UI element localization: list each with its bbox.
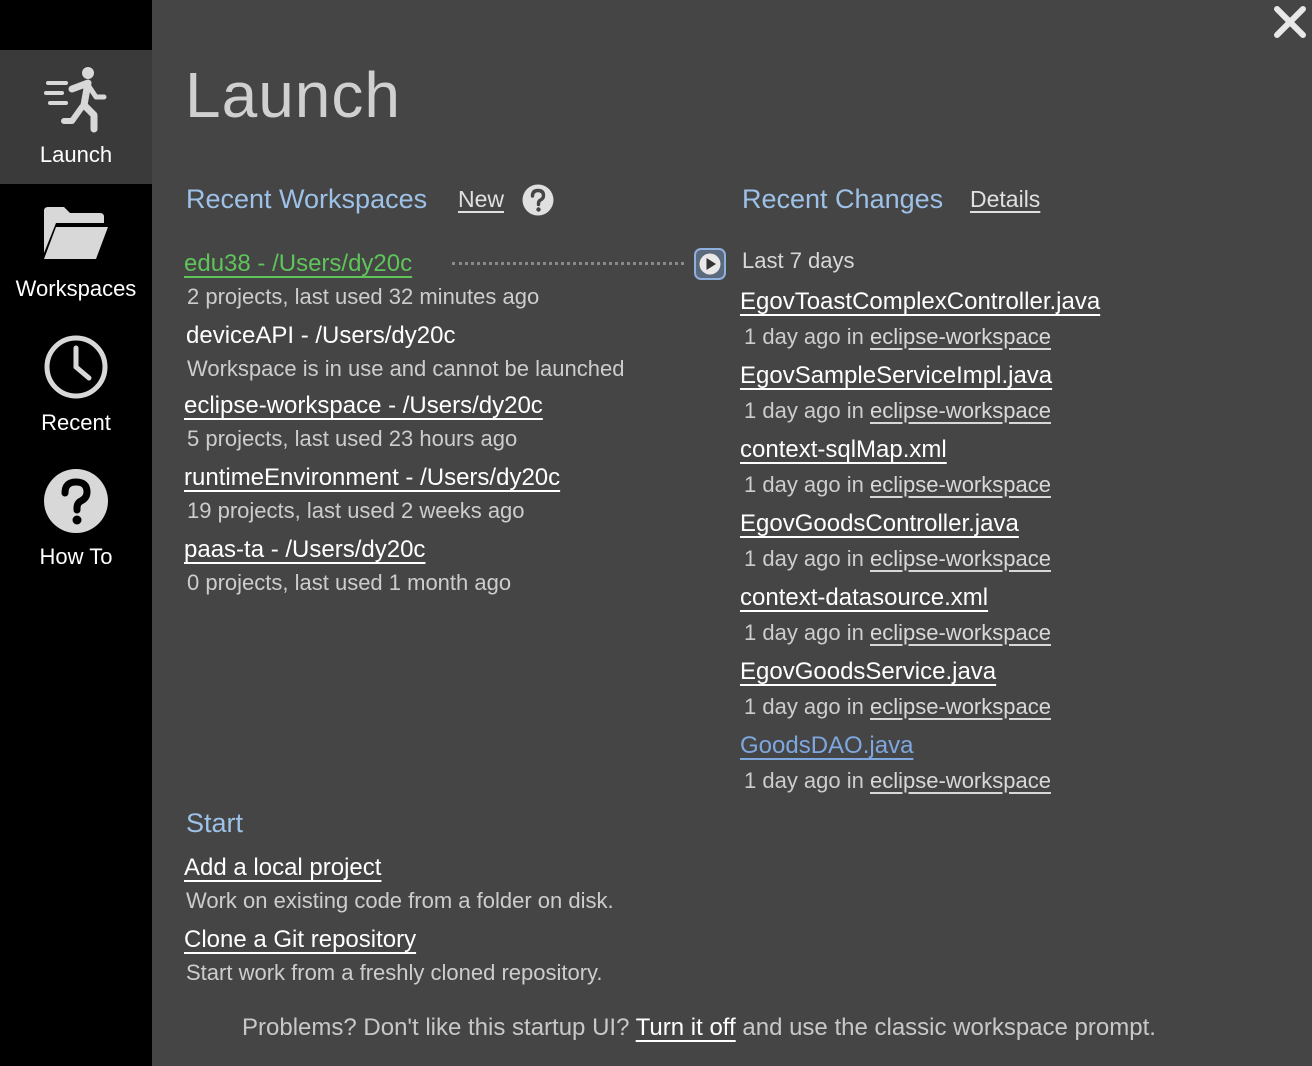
folder-open-icon <box>0 198 152 268</box>
change-meta: 1 day ago in eclipse-workspace <box>744 324 1100 350</box>
change-when: 1 day ago in <box>744 620 864 645</box>
sidebar-item-workspaces[interactable]: Workspaces <box>0 184 152 318</box>
sidebar-item-label: Launch <box>39 142 113 167</box>
change-meta: 1 day ago in eclipse-workspace <box>744 472 1051 498</box>
start-desc: Work on existing code from a folder on d… <box>186 888 614 913</box>
change-item: EgovSampleServiceImpl.java 1 day ago in … <box>740 362 1052 424</box>
change-workspace-link[interactable]: eclipse-workspace <box>870 768 1051 793</box>
change-when: 1 day ago in <box>744 324 864 349</box>
changed-file-link[interactable]: context-sqlMap.xml <box>740 436 1051 464</box>
footer-suffix: and use the classic workspace prompt. <box>742 1014 1156 1041</box>
change-item: context-sqlMap.xml 1 day ago in eclipse-… <box>740 436 1051 498</box>
change-item: EgovGoodsController.java 1 day ago in ec… <box>740 510 1051 572</box>
close-button[interactable] <box>1270 4 1310 44</box>
workspace-link[interactable]: eclipse-workspace - /Users/dy20c <box>184 392 543 420</box>
recent-changes-title: Recent Changes <box>742 184 944 214</box>
start-desc: Start work from a freshly cloned reposit… <box>186 960 603 985</box>
period-label: Last 7 days <box>742 248 855 273</box>
change-workspace-link[interactable]: eclipse-workspace <box>870 620 1051 645</box>
workspace-name: deviceAPI - /Users/dy20c <box>186 322 456 349</box>
change-workspace-link[interactable]: eclipse-workspace <box>870 472 1051 497</box>
running-person-icon <box>0 64 152 134</box>
new-workspace-link[interactable]: New <box>458 186 504 213</box>
change-workspace-link[interactable]: eclipse-workspace <box>870 398 1051 423</box>
close-icon <box>1273 5 1307 44</box>
sidebar: Launch Workspaces Recent How To <box>0 0 152 1066</box>
change-when: 1 day ago in <box>744 472 864 497</box>
changed-file-link[interactable]: EgovGoodsController.java <box>740 510 1051 538</box>
change-workspace-link[interactable]: eclipse-workspace <box>870 546 1051 571</box>
start-title: Start <box>186 808 244 838</box>
change-meta: 1 day ago in eclipse-workspace <box>744 768 1051 794</box>
page-title: Launch <box>185 59 401 131</box>
workspace-desc: Workspace is in use and cannot be launch… <box>187 356 625 381</box>
change-when: 1 day ago in <box>744 694 864 719</box>
change-when: 1 day ago in <box>744 398 864 423</box>
change-item: GoodsDAO.java 1 day ago in eclipse-works… <box>740 732 1051 794</box>
change-when: 1 day ago in <box>744 768 864 793</box>
footer: Problems? Don't like this startup UI? Tu… <box>242 1014 1156 1042</box>
change-item: EgovToastComplexController.java 1 day ag… <box>740 288 1100 350</box>
workspace-item: edu38 - /Users/dy20c 2 projects, last us… <box>184 250 539 310</box>
clone-git-repo-link[interactable]: Clone a Git repository <box>184 926 603 954</box>
workspace-desc: 2 projects, last used 32 minutes ago <box>187 284 540 309</box>
help-button[interactable] <box>522 184 554 216</box>
changed-file-link[interactable]: EgovGoodsService.java <box>740 658 1051 686</box>
change-workspace-link[interactable]: eclipse-workspace <box>870 694 1051 719</box>
change-item: EgovGoodsService.java 1 day ago in eclip… <box>740 658 1051 720</box>
changed-file-link[interactable]: EgovSampleServiceImpl.java <box>740 362 1052 390</box>
start-item: Clone a Git repository Start work from a… <box>184 926 603 986</box>
change-item: context-datasource.xml 1 day ago in ecli… <box>740 584 1051 646</box>
workspace-item: paas-ta - /Users/dy20c 0 projects, last … <box>184 536 511 596</box>
details-link[interactable]: Details <box>970 186 1040 213</box>
workspace-desc: 0 projects, last used 1 month ago <box>187 570 512 595</box>
question-circle-icon <box>0 466 152 536</box>
workspace-link[interactable]: paas-ta - /Users/dy20c <box>184 536 511 564</box>
workspace-desc: 5 projects, last used 23 hours ago <box>187 426 518 451</box>
turn-off-link[interactable]: Turn it off <box>636 1014 736 1041</box>
clock-icon <box>0 332 152 402</box>
footer-prefix: Problems? Don't like this startup UI? <box>242 1014 630 1041</box>
workspace-link[interactable]: runtimeEnvironment - /Users/dy20c <box>184 464 560 492</box>
change-meta: 1 day ago in eclipse-workspace <box>744 620 1051 646</box>
change-meta: 1 day ago in eclipse-workspace <box>744 546 1051 572</box>
sidebar-item-launch[interactable]: Launch <box>0 50 152 184</box>
sidebar-item-recent[interactable]: Recent <box>0 318 152 452</box>
launch-workspace-button[interactable] <box>694 248 726 280</box>
change-meta: 1 day ago in eclipse-workspace <box>744 694 1051 720</box>
workspace-desc: 19 projects, last used 2 weeks ago <box>187 498 525 523</box>
workspace-item: deviceAPI - /Users/dy20c Workspace is in… <box>184 322 624 382</box>
sidebar-item-label: Workspaces <box>15 276 137 301</box>
workspace-item: runtimeEnvironment - /Users/dy20c 19 pro… <box>184 464 560 524</box>
sidebar-item-how-to[interactable]: How To <box>0 452 152 586</box>
sidebar-item-label: How To <box>39 544 113 569</box>
recent-workspaces-title: Recent Workspaces <box>186 184 428 214</box>
start-item: Add a local project Work on existing cod… <box>184 854 614 914</box>
add-local-project-link[interactable]: Add a local project <box>184 854 614 882</box>
workspace-item: eclipse-workspace - /Users/dy20c 5 proje… <box>184 392 543 452</box>
changed-file-link[interactable]: context-datasource.xml <box>740 584 1051 612</box>
dotted-connector <box>452 262 684 265</box>
question-circle-icon <box>522 184 554 220</box>
play-icon <box>694 248 726 284</box>
change-meta: 1 day ago in eclipse-workspace <box>744 398 1052 424</box>
changed-file-link[interactable]: EgovToastComplexController.java <box>740 288 1100 316</box>
sidebar-item-label: Recent <box>41 410 111 435</box>
changed-file-link[interactable]: GoodsDAO.java <box>740 732 1051 760</box>
change-workspace-link[interactable]: eclipse-workspace <box>870 324 1051 349</box>
change-when: 1 day ago in <box>744 546 864 571</box>
